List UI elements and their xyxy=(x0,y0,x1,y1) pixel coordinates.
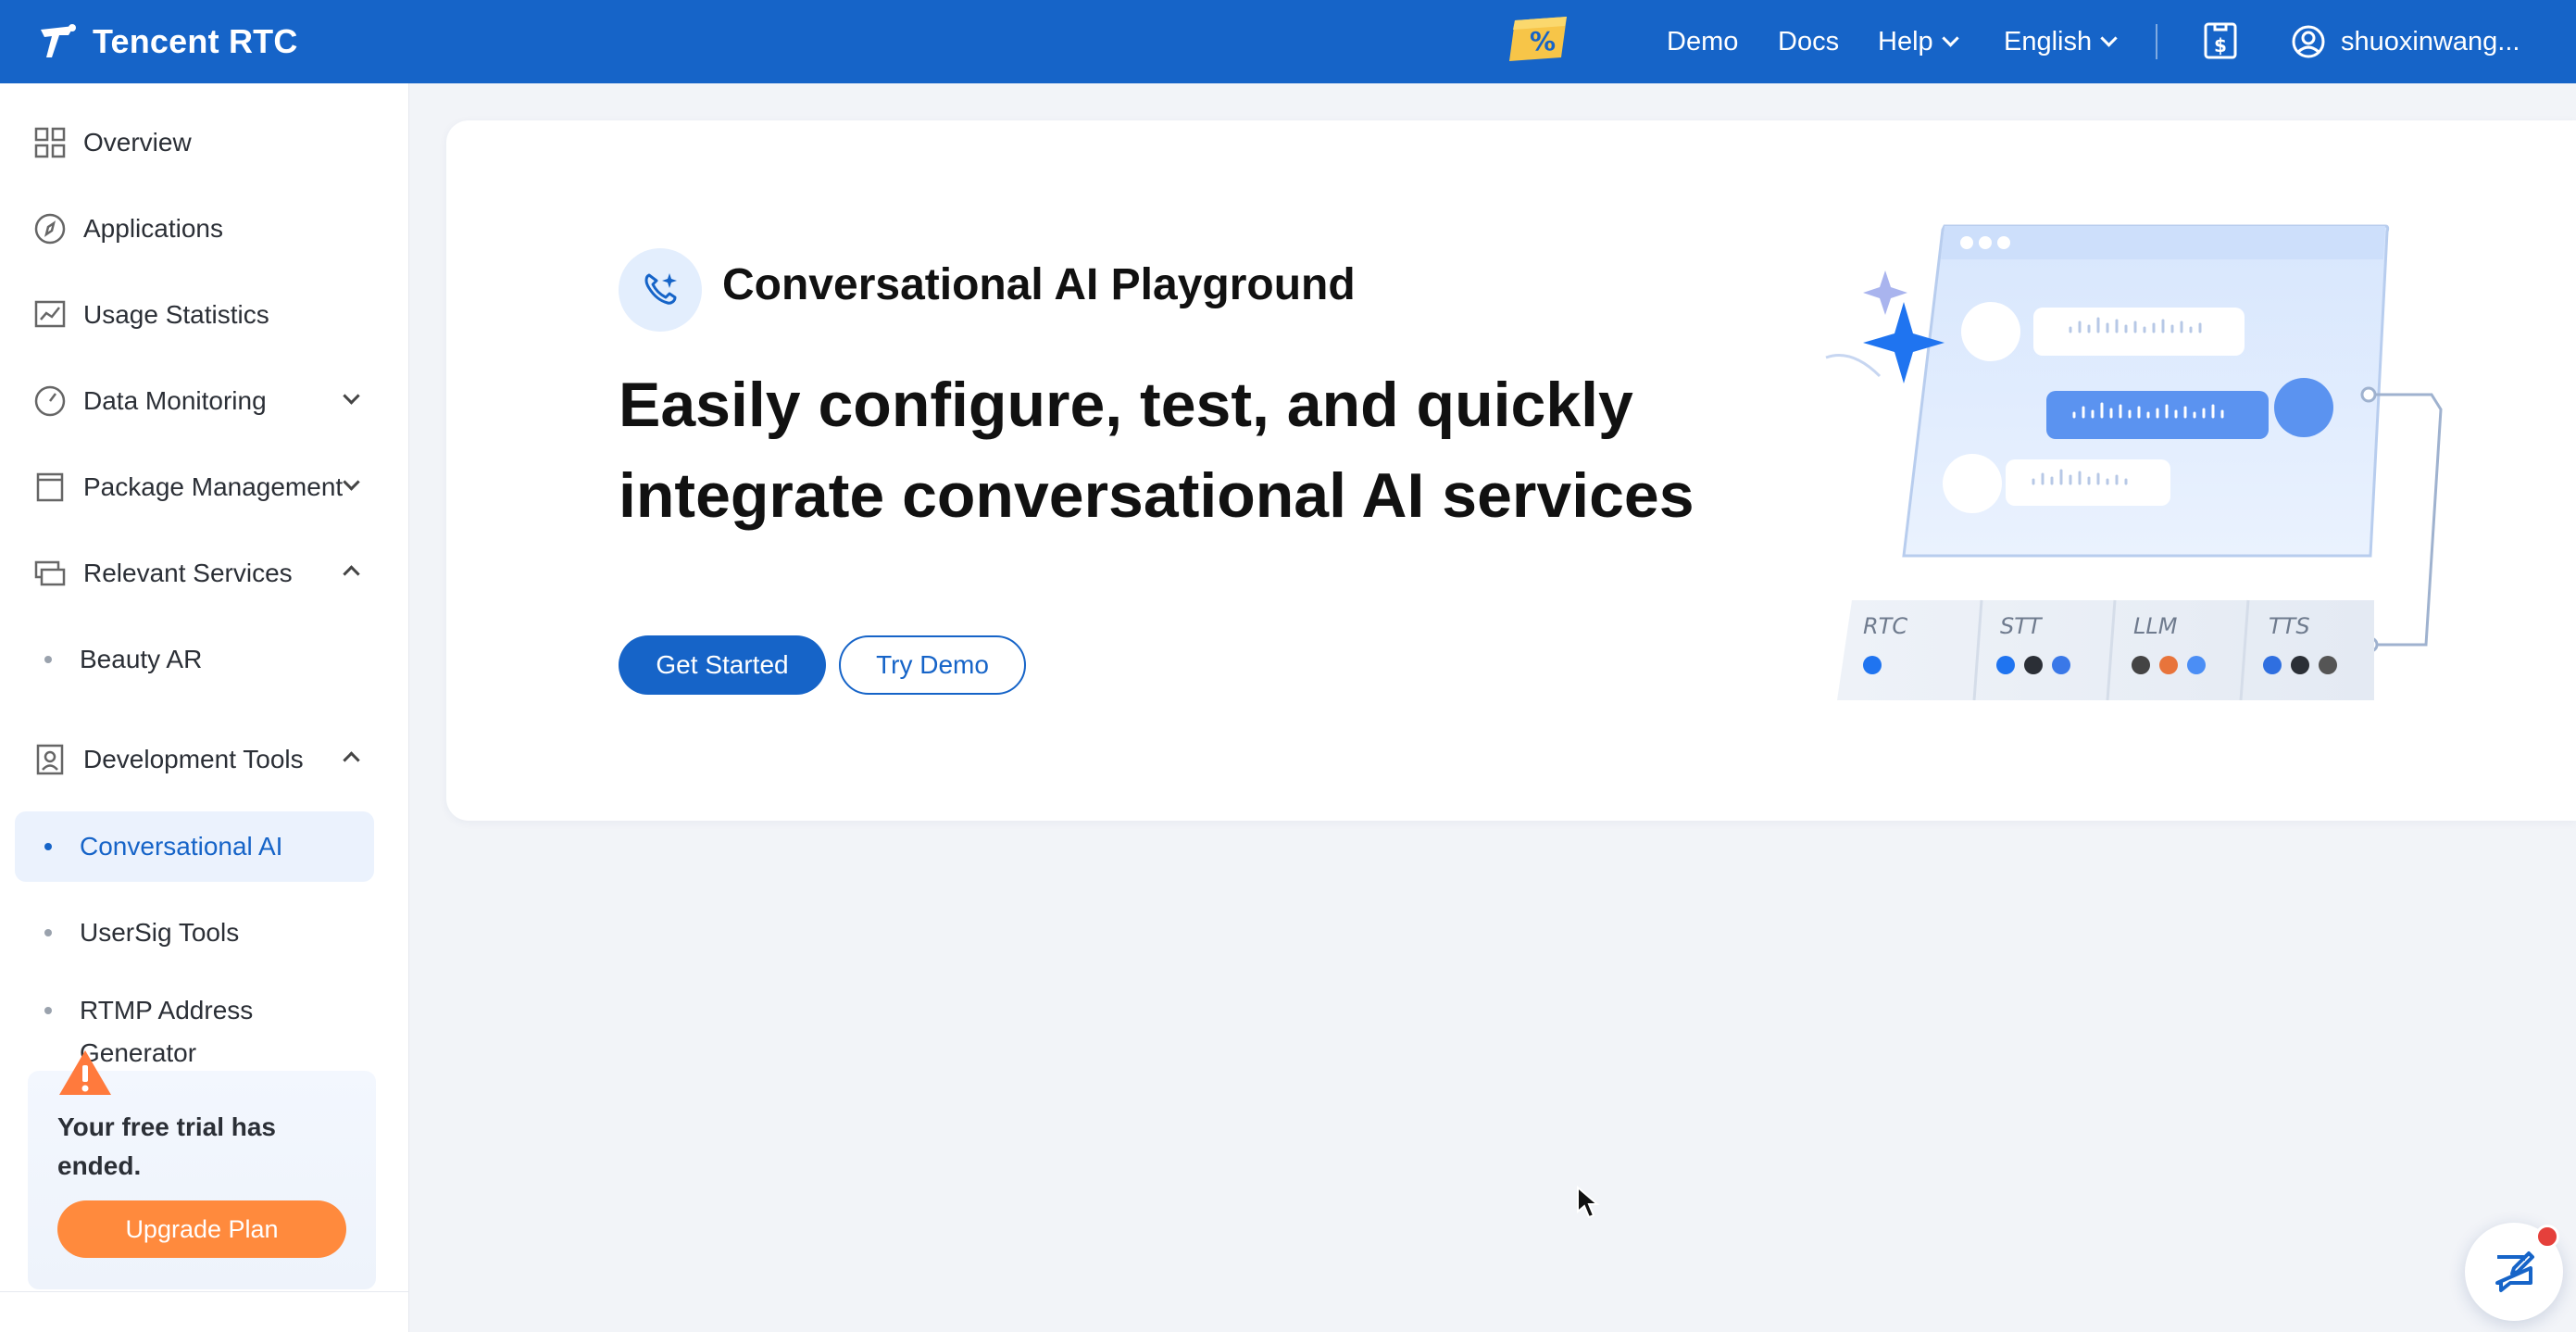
nav-help-dropdown[interactable]: Help xyxy=(1878,0,1959,83)
chevron-down-icon xyxy=(343,387,360,405)
header-divider xyxy=(2156,24,2157,59)
sidebar-item-development-tools[interactable]: Development Tools xyxy=(15,724,374,795)
conversational-ai-illustration: RTC STT LLM TTS xyxy=(1825,224,2443,700)
tools-icon xyxy=(36,744,64,775)
sidebar-subitem-beauty-ar[interactable]: Beauty AR xyxy=(15,624,374,695)
sidebar-subitem-label: Conversational AI xyxy=(80,832,283,861)
illustration-label-rtc: RTC xyxy=(1863,613,1907,639)
warning-icon xyxy=(59,1050,111,1095)
playground-title: Conversational AI Playground xyxy=(722,260,1356,309)
sidebar-subitem-label: UserSig Tools xyxy=(80,918,240,947)
sidebar-subitem-usersig-tools[interactable]: UserSig Tools xyxy=(15,898,374,968)
sidebar-item-label: Applications xyxy=(83,214,223,243)
brand-name: Tencent RTC xyxy=(93,22,298,60)
svg-text:%: % xyxy=(1530,26,1556,57)
illustration-label-llm: LLM xyxy=(2133,613,2178,639)
chevron-up-icon xyxy=(343,751,360,769)
nav-docs-label: Docs xyxy=(1778,26,1840,57)
phone-ai-icon-badge xyxy=(619,248,702,332)
sidebar-item-label: Data Monitoring xyxy=(83,386,267,415)
headline: Easily configure, test, and quickly inte… xyxy=(619,370,1694,531)
svg-text:$: $ xyxy=(2214,34,2227,57)
sidebar-subitem-label: Beauty AR xyxy=(80,645,203,673)
illustration-label-tts: TTS xyxy=(2269,613,2310,639)
grid-icon xyxy=(34,127,66,158)
chat-edit-icon xyxy=(2495,1251,2534,1292)
illustration-label-stt: STT xyxy=(2000,613,2044,639)
gauge-icon xyxy=(34,385,66,417)
language-label: English xyxy=(2004,26,2093,57)
sidebar-item-label: Relevant Services xyxy=(83,559,293,587)
language-dropdown[interactable]: English xyxy=(2004,0,2118,83)
nav-demo-label: Demo xyxy=(1667,26,1739,57)
chevron-down-icon xyxy=(1941,29,1959,47)
tencent-rtc-logo-icon xyxy=(41,24,76,57)
sidebar-item-label: Package Management xyxy=(83,472,344,501)
sidebar-item-applications[interactable]: Applications xyxy=(15,194,374,264)
phone-sparkle-icon xyxy=(644,273,677,305)
brand-logo[interactable]: Tencent RTC xyxy=(37,17,298,67)
get-started-button[interactable]: Get Started xyxy=(619,635,826,695)
billing-icon[interactable]: $ xyxy=(2202,20,2239,61)
sidebar-item-data-monitoring[interactable]: Data Monitoring xyxy=(15,366,374,436)
sidebar-item-relevant-services[interactable]: Relevant Services xyxy=(15,538,374,609)
mouse-cursor-icon xyxy=(1577,1186,1600,1219)
sidebar-item-overview[interactable]: Overview xyxy=(15,107,374,178)
sidebar-item-label: Overview xyxy=(83,128,192,157)
nav-help-label: Help xyxy=(1878,26,1933,57)
nav-docs[interactable]: Docs xyxy=(1778,0,1839,83)
services-icon xyxy=(34,560,66,586)
nav-demo[interactable]: Demo xyxy=(1667,0,1738,83)
chart-icon xyxy=(34,300,66,328)
sidebar-subitem-conversational-ai[interactable]: Conversational AI xyxy=(15,811,374,882)
chevron-down-icon xyxy=(343,473,360,491)
trial-message: Your free trial has ended. xyxy=(57,1112,277,1180)
top-navigation-bar: Tencent RTC % Demo Docs Help English $ s… xyxy=(0,0,2576,83)
trial-ended-panel: Your free trial has ended. Upgrade Plan xyxy=(28,1071,376,1289)
chevron-up-icon xyxy=(343,565,360,583)
sidebar-item-label: Usage Statistics xyxy=(83,300,269,329)
bullet-dot xyxy=(44,843,52,850)
sidebar-divider xyxy=(0,1291,409,1292)
package-icon xyxy=(36,472,64,502)
bullet-dot xyxy=(44,656,52,663)
notification-badge xyxy=(2535,1225,2559,1249)
username: shuoxinwang... xyxy=(2341,26,2520,57)
bullet-dot xyxy=(44,929,52,936)
sidebar-item-package-management[interactable]: Package Management xyxy=(15,452,374,522)
compass-icon xyxy=(34,213,66,245)
bullet-dot xyxy=(44,1007,52,1014)
sidebar-item-usage-statistics[interactable]: Usage Statistics xyxy=(15,280,374,350)
chevron-down-icon xyxy=(2100,29,2118,47)
user-menu[interactable]: shuoxinwang... xyxy=(2291,0,2520,83)
discount-coupon-icon[interactable]: % xyxy=(1506,13,1572,65)
user-avatar-icon xyxy=(2292,25,2325,58)
sidebar-item-label: Development Tools xyxy=(83,745,304,773)
try-demo-button[interactable]: Try Demo xyxy=(839,635,1026,695)
upgrade-plan-button[interactable]: Upgrade Plan xyxy=(57,1200,346,1258)
